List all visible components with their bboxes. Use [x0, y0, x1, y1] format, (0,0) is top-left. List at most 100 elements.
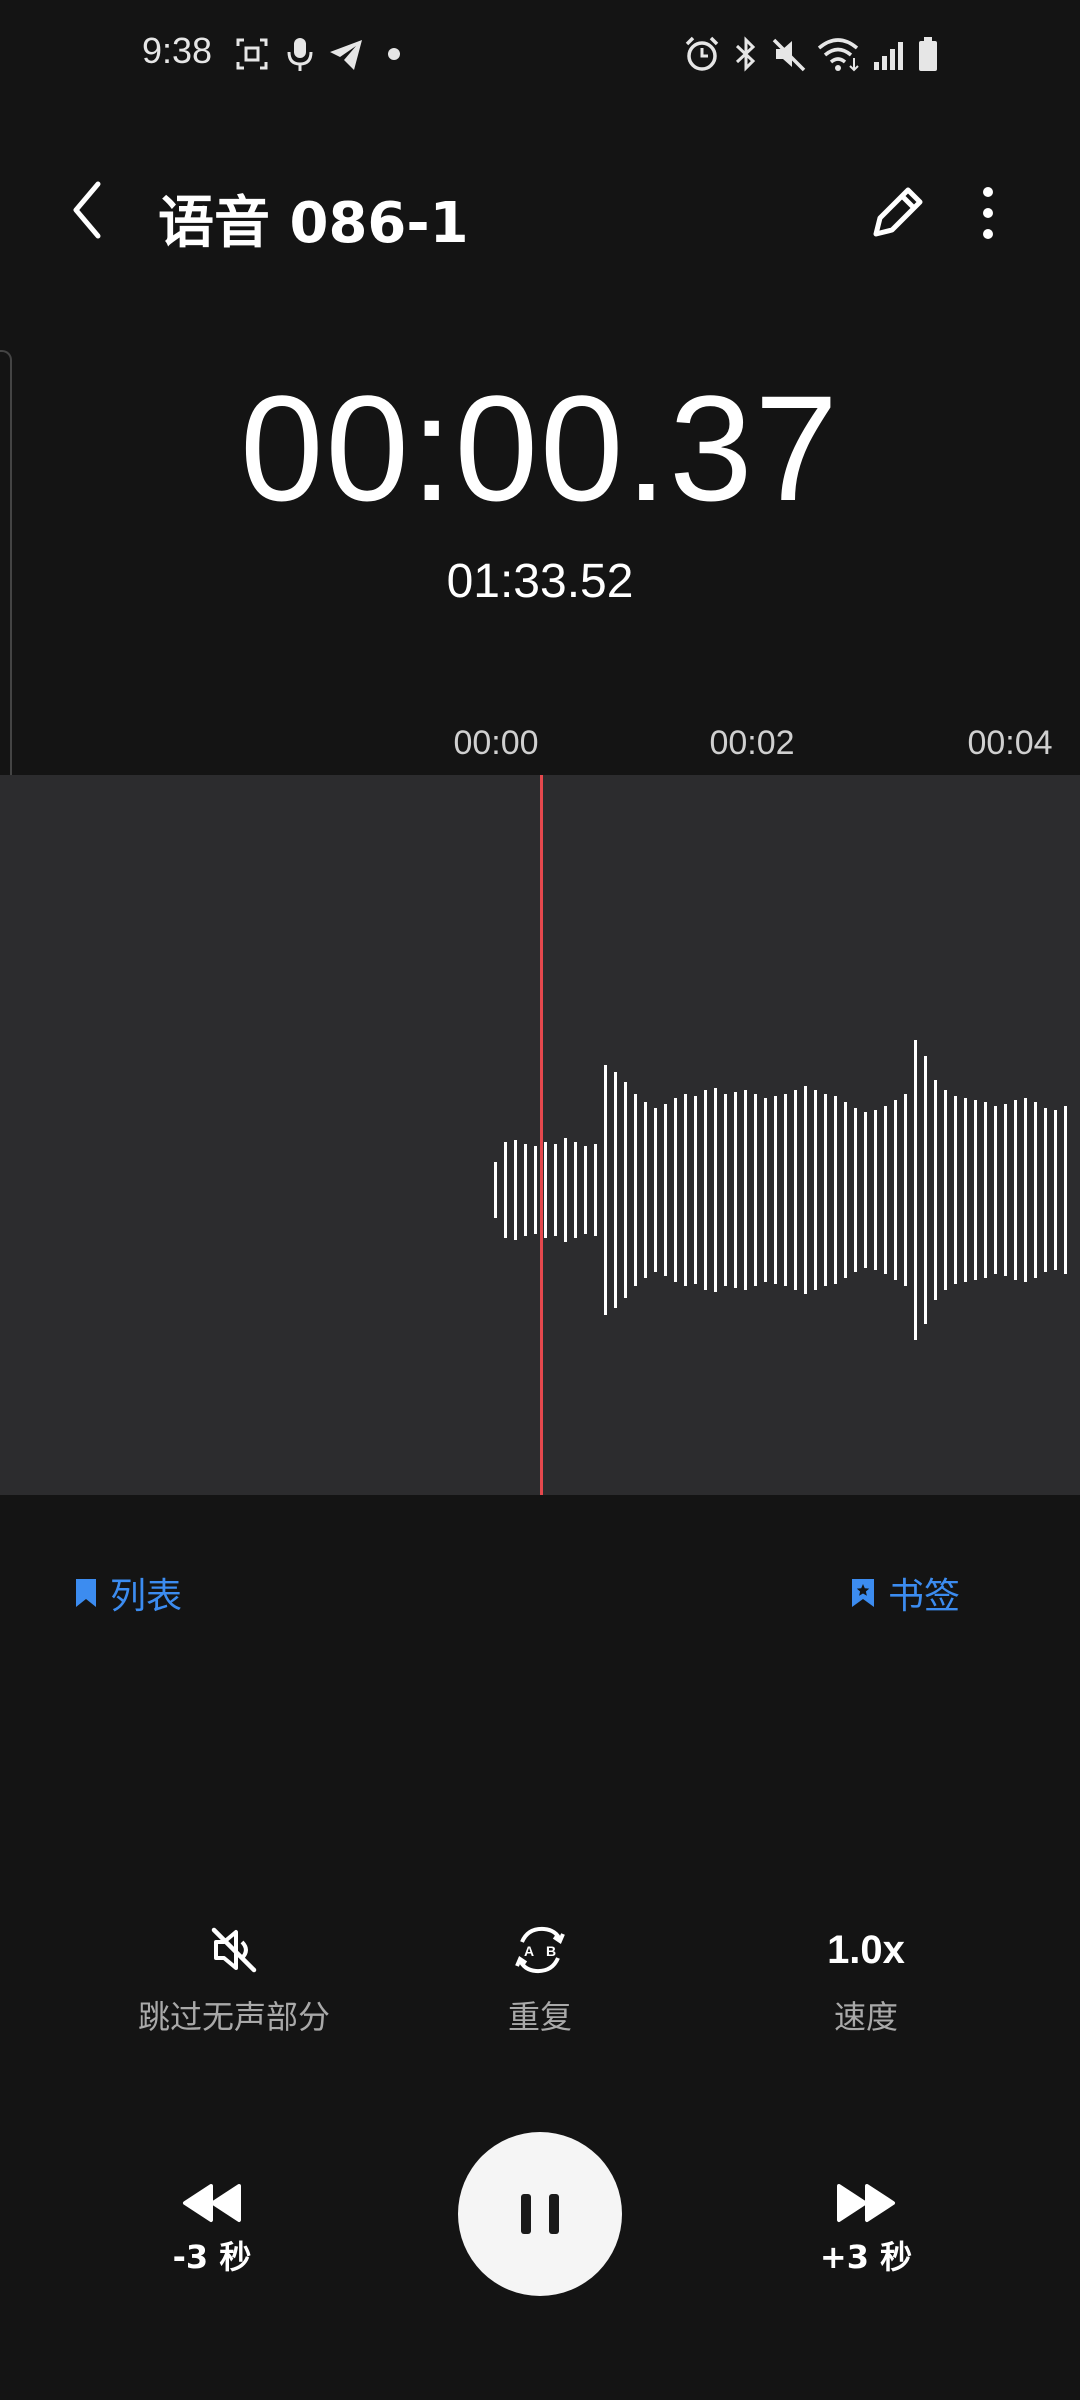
more-options-button[interactable]	[968, 178, 1008, 248]
waveform-bar	[594, 1144, 597, 1236]
waveform-bar	[514, 1140, 517, 1240]
waveform-bar	[524, 1144, 527, 1236]
waveform-bar	[804, 1086, 807, 1294]
signal-icon	[874, 42, 903, 70]
waveform-bar	[544, 1142, 547, 1238]
waveform-bar	[914, 1040, 917, 1340]
chevron-left-icon	[73, 181, 101, 239]
screenshot-icon	[236, 38, 268, 70]
skip-silence-icon	[211, 1927, 257, 1973]
waveform-bar	[904, 1094, 907, 1286]
speed-value: 1.0x	[827, 1928, 905, 1972]
waveform-bar	[964, 1098, 967, 1282]
waveform-bar	[884, 1106, 887, 1274]
waveform-bar	[664, 1104, 667, 1276]
pause-icon	[521, 2194, 559, 2234]
waveform-bar	[1044, 1108, 1047, 1272]
playhead[interactable]	[540, 775, 543, 1495]
waveform-bar	[684, 1094, 687, 1286]
pencil-icon	[873, 187, 923, 237]
waveform-bar	[874, 1110, 877, 1270]
mic-icon	[287, 38, 313, 71]
waveform-bar	[944, 1090, 947, 1290]
waveform-bar	[894, 1100, 897, 1280]
waveform-bar	[984, 1102, 987, 1278]
waveform-bar	[764, 1098, 767, 1282]
speed-button[interactable]: 1.0x 速度	[716, 1920, 1016, 2038]
more-vertical-icon	[983, 187, 993, 239]
telegram-icon	[330, 40, 362, 70]
waveform-bar	[734, 1092, 737, 1288]
waveform-bar	[494, 1162, 497, 1218]
waveform-bar	[1004, 1104, 1007, 1276]
waveform-bar	[854, 1108, 857, 1272]
pause-button[interactable]	[458, 2132, 622, 2296]
waveform-bar	[534, 1146, 537, 1234]
waveform-bar	[1034, 1102, 1037, 1278]
bookmark-add-label: 书签	[888, 1576, 961, 1617]
wifi-icon	[817, 38, 859, 72]
waveform-bar	[604, 1065, 607, 1315]
waveform-bar	[554, 1144, 557, 1236]
total-duration: 01:33.52	[446, 555, 634, 608]
alarm-icon	[685, 36, 719, 71]
bookmark-add-icon	[852, 1579, 874, 1607]
waveform-bar	[744, 1090, 747, 1290]
repeat-ab-button[interactable]: A B 重复	[390, 1920, 690, 2038]
elapsed-time: 00:00.37	[240, 364, 840, 532]
waveform-bar	[794, 1090, 797, 1290]
waveform-bar	[814, 1090, 817, 1290]
waveform-bar	[1024, 1098, 1027, 1282]
status-time: 9:38	[142, 30, 213, 71]
waveform-bar	[634, 1094, 637, 1286]
bookmark-list-button[interactable]: 列表	[74, 1568, 182, 1618]
fast-forward-icon	[837, 2184, 895, 2222]
bluetooth-icon	[735, 36, 756, 72]
waveform-bar	[624, 1082, 627, 1298]
waveform-bar	[864, 1112, 867, 1268]
waveform-bar	[674, 1098, 677, 1282]
waveform-bar	[784, 1094, 787, 1286]
waveform-bar	[844, 1102, 847, 1278]
timeline-label: 00:04	[967, 724, 1053, 762]
waveform-bar	[934, 1080, 937, 1300]
waveform-bar	[954, 1096, 957, 1284]
waveform-bar	[774, 1096, 777, 1284]
timeline-label: 00:02	[709, 724, 795, 762]
waveform-bar	[614, 1072, 617, 1308]
repeat-ab-icon: A B	[515, 1926, 565, 1974]
waveform-bar	[1064, 1106, 1067, 1274]
waveform-bar	[574, 1142, 577, 1238]
waveform-bar	[974, 1100, 977, 1280]
speed-label: 速度	[833, 1998, 898, 2036]
waveform-bar	[694, 1096, 697, 1284]
waveform-bar	[654, 1108, 657, 1272]
waveform-bar	[924, 1056, 927, 1324]
mute-icon	[772, 38, 806, 72]
page-title: 语音 086-1	[158, 191, 469, 256]
dot-icon	[388, 48, 400, 60]
bookmark-list-icon	[76, 1579, 96, 1607]
waveform-bar	[994, 1106, 997, 1274]
back-button[interactable]	[60, 170, 120, 250]
svg-text:B: B	[546, 1943, 556, 1959]
waveform-bar	[1054, 1110, 1057, 1270]
rewind-button[interactable]: -3 秒	[112, 2178, 312, 2278]
waveform-bar	[1014, 1100, 1017, 1280]
svg-text:A: A	[524, 1943, 534, 1959]
bookmark-list-label: 列表	[110, 1576, 183, 1617]
repeat-label: 重复	[507, 1998, 572, 2036]
rename-button[interactable]	[862, 178, 932, 248]
waveform-bar	[714, 1088, 717, 1292]
waveform-bar	[754, 1094, 757, 1286]
forward-label: +3 秒	[819, 2238, 913, 2276]
waveform-bar	[834, 1096, 837, 1284]
waveform-bar	[584, 1146, 587, 1234]
rewind-icon	[183, 2184, 241, 2222]
skip-silence-label: 跳过无声部分	[137, 1998, 330, 2036]
add-bookmark-button[interactable]: 书签	[850, 1568, 960, 1618]
waveform-bar	[564, 1138, 567, 1242]
forward-button[interactable]: +3 秒	[766, 2178, 966, 2278]
waveform-bar	[504, 1142, 507, 1238]
skip-silence-button[interactable]: 跳过无声部分	[84, 1920, 384, 2038]
